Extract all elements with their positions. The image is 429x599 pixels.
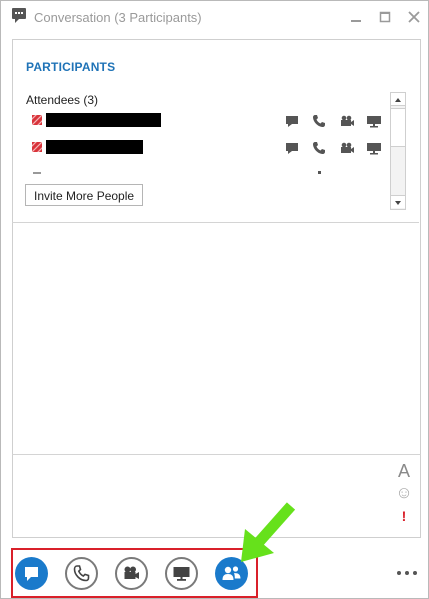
maximize-icon[interactable] bbox=[375, 7, 395, 27]
video-icon[interactable] bbox=[339, 140, 355, 156]
font-icon[interactable]: A bbox=[394, 461, 414, 482]
importance-icon[interactable]: ! bbox=[394, 508, 414, 524]
conversation-app-icon bbox=[12, 8, 26, 23]
video-button[interactable] bbox=[115, 557, 148, 590]
presence-unknown-icon bbox=[32, 142, 42, 152]
participant-row[interactable] bbox=[32, 140, 392, 156]
attendees-group-label[interactable]: Attendees (3) bbox=[26, 93, 98, 107]
pointer-arrow-annotation bbox=[241, 502, 296, 562]
im-icon[interactable] bbox=[284, 113, 300, 129]
message-input[interactable]: A ☺ ! bbox=[12, 454, 421, 538]
conversation-window: Conversation (3 Participants) PARTICIPAN… bbox=[0, 0, 429, 599]
phone-icon bbox=[73, 565, 90, 582]
screen-icon[interactable] bbox=[366, 140, 382, 156]
scroll-up-icon[interactable] bbox=[391, 93, 405, 106]
conversation-history[interactable] bbox=[12, 223, 421, 454]
participant-row-clipped bbox=[33, 171, 321, 174]
monitor-icon bbox=[173, 567, 190, 581]
present-button[interactable] bbox=[165, 557, 198, 590]
participants-scrollbar[interactable] bbox=[390, 92, 406, 210]
emoticon-icon[interactable]: ☺ bbox=[394, 483, 414, 503]
phone-icon[interactable] bbox=[311, 113, 327, 129]
more-options-icon[interactable] bbox=[395, 564, 419, 580]
close-icon[interactable] bbox=[404, 7, 424, 27]
phone-icon[interactable] bbox=[311, 140, 327, 156]
video-camera-icon bbox=[124, 566, 139, 579]
window-title: Conversation (3 Participants) bbox=[34, 10, 202, 25]
im-button[interactable] bbox=[15, 557, 48, 590]
participants-heading: PARTICIPANTS bbox=[26, 60, 116, 74]
title-bar: Conversation (3 Participants) bbox=[1, 1, 428, 33]
participant-row[interactable] bbox=[32, 113, 392, 129]
presence-unknown-icon bbox=[32, 115, 42, 125]
call-button[interactable] bbox=[65, 557, 98, 590]
im-icon[interactable] bbox=[284, 140, 300, 156]
scroll-down-icon[interactable] bbox=[391, 195, 405, 208]
minimize-icon[interactable] bbox=[346, 7, 366, 27]
invite-more-people-button[interactable]: Invite More People bbox=[25, 184, 144, 206]
scroll-thumb[interactable] bbox=[391, 108, 405, 147]
chat-bubble-icon bbox=[25, 567, 38, 581]
participants-panel: PARTICIPANTS Attendees (3) Invite More P… bbox=[12, 39, 421, 223]
participant-name-redacted bbox=[46, 140, 143, 154]
participant-name-redacted bbox=[46, 113, 161, 127]
screen-icon[interactable] bbox=[366, 113, 382, 129]
video-icon[interactable] bbox=[339, 113, 355, 129]
